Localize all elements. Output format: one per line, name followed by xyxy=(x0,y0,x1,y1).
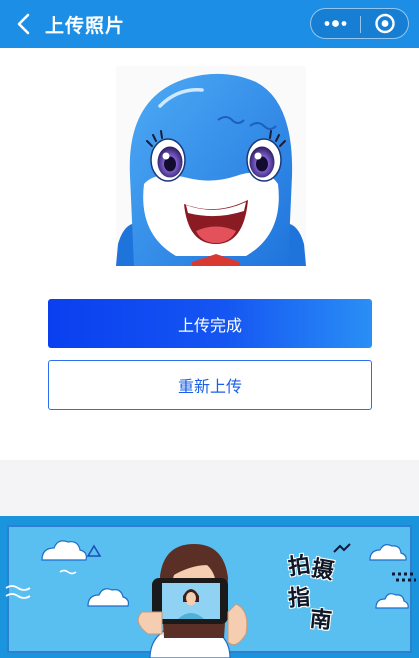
guide-char-4: 南 xyxy=(308,606,334,635)
upload-complete-button[interactable]: 上传完成 xyxy=(48,299,372,348)
more-button[interactable] xyxy=(311,9,360,38)
reupload-button[interactable]: 重新上传 xyxy=(48,360,372,410)
mini-program-capsule xyxy=(310,8,409,39)
close-button[interactable] xyxy=(361,9,409,38)
chevron-left-icon xyxy=(17,13,30,35)
page-title: 上传照片 xyxy=(45,16,126,37)
back-button[interactable] xyxy=(12,10,38,38)
guide-char-1: 拍 xyxy=(286,552,312,581)
section-divider xyxy=(0,460,419,516)
title-bar: 上传照片 xyxy=(0,0,419,48)
photo-guide-banner[interactable]: 拍 摄 指 南 xyxy=(0,516,419,658)
dolphin-mascot-image xyxy=(116,73,306,266)
banner-illustration xyxy=(5,525,416,658)
uploaded-photo xyxy=(116,66,306,266)
guide-char-3: 指 xyxy=(287,585,312,612)
more-dots-icon xyxy=(324,20,347,27)
target-circle-icon xyxy=(375,13,395,34)
